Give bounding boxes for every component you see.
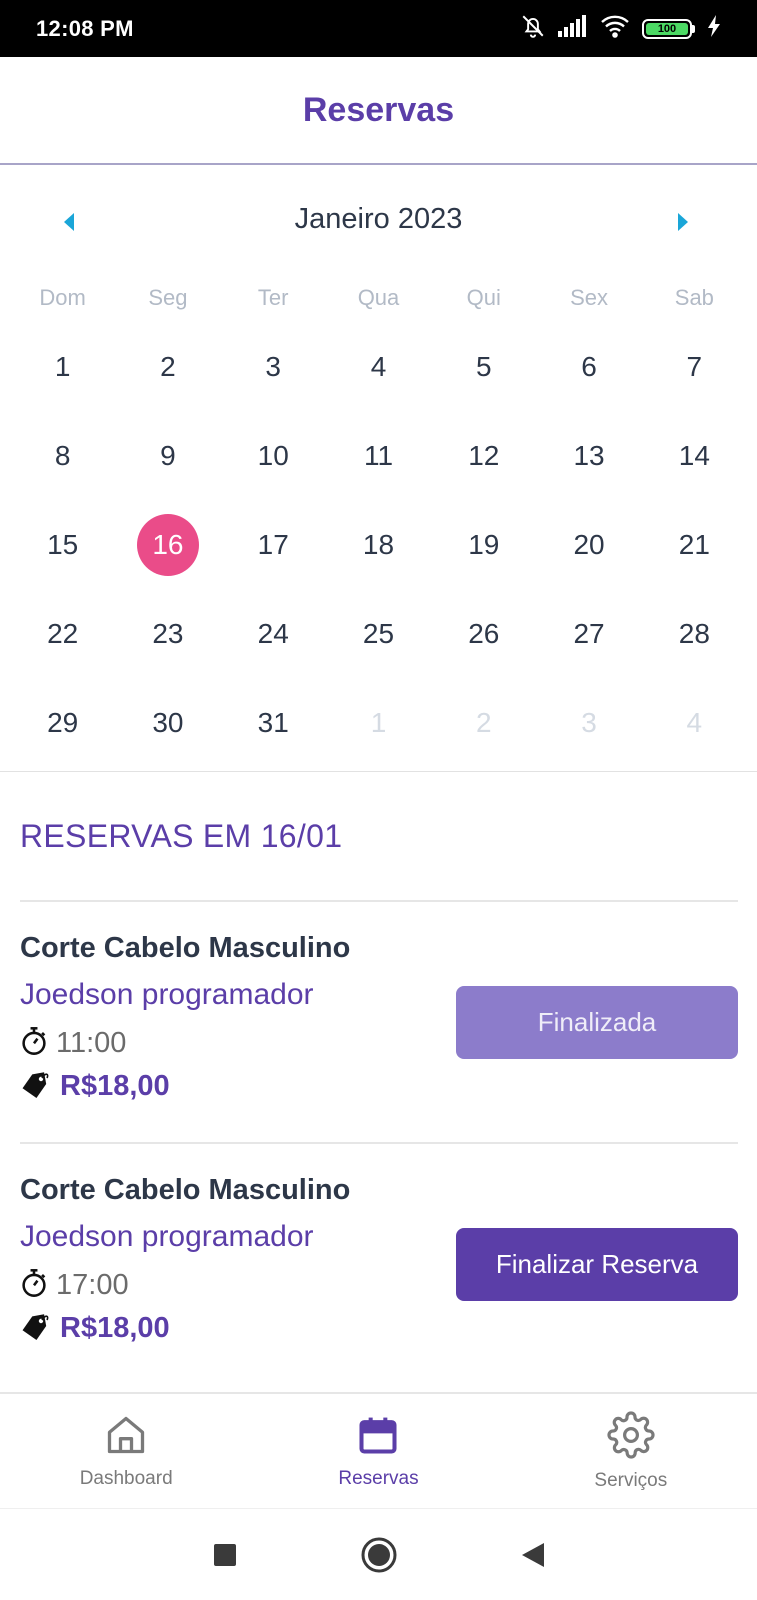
reservation-client: Joedson programador [20, 1220, 314, 1253]
calendar-day[interactable]: 24 [221, 589, 326, 678]
weekday-label: Qua [357, 285, 400, 310]
reservation-time-row: 17:00 [20, 1268, 129, 1303]
back-icon[interactable] [511, 1533, 555, 1577]
tab-servicos[interactable]: Serviços [505, 1394, 757, 1508]
system-navigation-bar [0, 1508, 757, 1600]
header: Reservas [0, 57, 757, 165]
calendar-day[interactable]: 18 [326, 500, 431, 589]
calendar-day[interactable]: 14 [642, 411, 747, 500]
tab-label: Serviços [594, 1469, 668, 1491]
reservation-client: Joedson programador [20, 978, 314, 1011]
stopwatch-icon [20, 1026, 48, 1061]
calendar-day[interactable]: 11 [326, 411, 431, 500]
bell-off-icon [520, 13, 546, 44]
calendar-day[interactable]: 19 [431, 500, 536, 589]
weekday-label: Ter [257, 285, 289, 310]
home-icon [104, 1413, 148, 1462]
calendar-day[interactable]: 26 [431, 589, 536, 678]
price-tag-icon [20, 1312, 50, 1345]
calendar-day[interactable]: 12 [431, 411, 536, 500]
calendar-day[interactable]: 20 [536, 500, 641, 589]
calendar-nav: Janeiro 2023 [0, 167, 757, 277]
reservation-price-row: R$18,00 [20, 1070, 170, 1103]
calendar-icon [356, 1413, 400, 1462]
finished-button[interactable]: Finalizada [456, 986, 738, 1059]
weekday-label: Dom [39, 285, 86, 310]
weekday-label: Sex [570, 285, 609, 310]
reservations-list: Corte Cabelo Masculino Joedson programad… [20, 900, 738, 1384]
reservations-section-title: RESERVAS EM 16/01 [20, 818, 343, 854]
calendar-day[interactable]: 9 [115, 411, 220, 500]
weekday-label: Seg [148, 285, 188, 310]
calendar-day[interactable]: 21 [642, 500, 747, 589]
tab-label: Reservas [338, 1467, 419, 1489]
battery-icon: 100 [642, 18, 695, 39]
calendar-day[interactable]: 2 [115, 322, 220, 411]
calendar-days: 1 2 3 4 5 6 7 8 9 10 11 12 13 14 15 16 1… [10, 322, 747, 767]
calendar-day-next-month: 3 [581, 706, 597, 738]
charging-icon [707, 15, 721, 42]
reservation-item: Corte Cabelo Masculino Joedson programad… [20, 900, 738, 1142]
reservation-item: Corte Cabelo Masculino Joedson programad… [20, 1142, 738, 1384]
calendar-day-next-month: 1 [370, 706, 387, 738]
calendar-day[interactable]: 10 [221, 411, 326, 500]
stopwatch-icon [20, 1268, 48, 1303]
weekday-header: Dom Seg Ter Qua Qui Sex Sab [10, 285, 747, 311]
status-icons: 100 [520, 13, 721, 44]
reservation-price: R$18,00 [60, 1312, 170, 1344]
wifi-icon [600, 14, 630, 43]
finish-reservation-button[interactable]: Finalizar Reserva [456, 1228, 738, 1301]
page-title: Reservas [302, 90, 455, 129]
signal-icon [558, 15, 588, 42]
next-month-icon[interactable] [676, 212, 696, 234]
reservation-service: Corte Cabelo Masculino [20, 932, 351, 964]
tab-label: Dashboard [79, 1467, 173, 1489]
calendar-day[interactable]: 23 [115, 589, 220, 678]
calendar-day[interactable]: 5 [431, 322, 536, 411]
calendar-day[interactable]: 15 [10, 500, 115, 589]
calendar-day-selected[interactable]: 16 [115, 500, 220, 589]
calendar-day[interactable]: 31 [221, 678, 326, 767]
reservation-time-row: 11:00 [20, 1026, 126, 1061]
gear-icon [607, 1410, 655, 1464]
status-bar: 12:08 PM 100 [0, 0, 757, 57]
tab-reservas[interactable]: Reservas [252, 1394, 504, 1508]
calendar-day[interactable]: 30 [115, 678, 220, 767]
reservation-service: Corte Cabelo Masculino [20, 1174, 351, 1206]
calendar-day[interactable]: 3 [221, 322, 326, 411]
calendar-day[interactable]: 25 [326, 589, 431, 678]
reservation-price-row: R$18,00 [20, 1312, 170, 1345]
calendar-day[interactable]: 22 [10, 589, 115, 678]
home-button-icon[interactable] [357, 1533, 401, 1577]
calendar-day[interactable]: 29 [10, 678, 115, 767]
calendar-day[interactable]: 17 [221, 500, 326, 589]
calendar-day[interactable]: 27 [536, 589, 641, 678]
calendar-day-next-month: 2 [475, 706, 492, 738]
recent-apps-icon[interactable] [203, 1533, 247, 1577]
battery-level: 100 [646, 22, 688, 35]
calendar-day-next-month: 4 [686, 706, 703, 738]
calendar-day[interactable]: 8 [10, 411, 115, 500]
calendar-month-label: Janeiro 2023 [294, 203, 463, 235]
reservation-time: 11:00 [56, 1027, 127, 1059]
calendar-day[interactable]: 13 [536, 411, 641, 500]
calendar-day[interactable]: 28 [642, 589, 747, 678]
calendar-day[interactable]: 1 [10, 322, 115, 411]
calendar-day[interactable]: 4 [326, 322, 431, 411]
calendar-day[interactable]: 7 [642, 322, 747, 411]
price-tag-icon [20, 1070, 50, 1103]
calendar: Janeiro 2023 Dom Seg Ter Qua Qui Sex Sab… [0, 167, 757, 772]
reservation-price: R$18,00 [60, 1070, 170, 1102]
bottom-tab-bar: Dashboard Reservas Serviços [0, 1392, 757, 1508]
tab-dashboard[interactable]: Dashboard [0, 1394, 252, 1508]
calendar-day[interactable]: 6 [536, 322, 641, 411]
weekday-label: Sab [674, 285, 714, 310]
weekday-label: Qui [466, 285, 501, 310]
status-time: 12:08 PM [36, 15, 134, 41]
reservation-time: 17:00 [56, 1269, 129, 1301]
